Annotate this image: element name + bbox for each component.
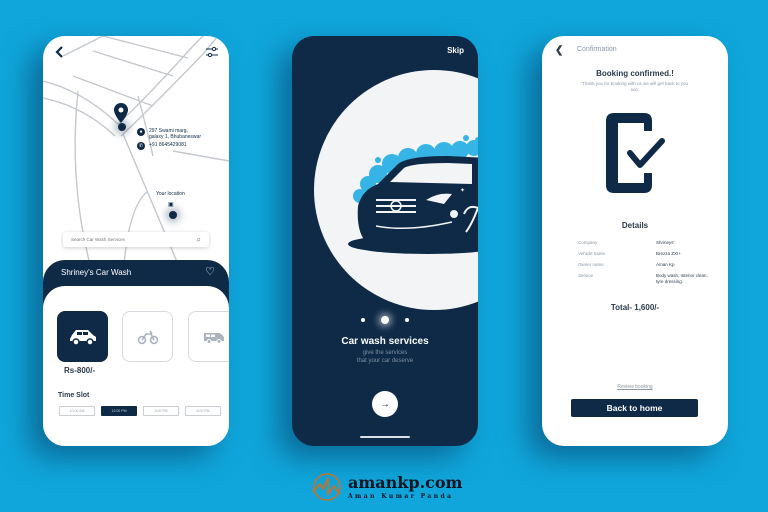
skip-button[interactable]: Skip: [447, 46, 464, 55]
page-dot[interactable]: [405, 318, 409, 322]
home-indicator: [360, 436, 410, 438]
vehicle-option-bike[interactable]: [122, 311, 173, 362]
detail-value: Shrineys': [656, 240, 675, 245]
user-location-dot: [169, 211, 177, 219]
brand-author: Aman Kumar Panda: [348, 492, 454, 500]
back-to-home-button[interactable]: Back to home: [571, 399, 698, 417]
vehicle-option-van[interactable]: [188, 311, 229, 362]
price-label: Rs-800/-: [64, 366, 96, 375]
detail-row: Service Body wash, Interior clean, tyre …: [578, 273, 708, 285]
details-title: Details: [621, 221, 649, 230]
arrow-right-icon: →: [380, 398, 390, 410]
total-amount: Total- 1,600/-: [610, 303, 660, 312]
header-title: Confirmation: [577, 46, 617, 53]
confirmation-subtext: Thank you for booking with us we will ge…: [581, 81, 689, 92]
onboarding-subtitle: give the services that your car deserve: [292, 349, 478, 365]
back-button[interactable]: [53, 45, 67, 59]
subtitle-line2: that your car deserve: [356, 358, 414, 364]
phone-icon: ✆: [137, 142, 145, 150]
detail-key: Company: [578, 240, 598, 245]
detail-value: Brezza ZXI+: [656, 251, 681, 256]
detail-row: Owner name Aman Kp: [578, 262, 708, 268]
time-slot-selected[interactable]: 12:00 PM: [101, 406, 137, 416]
shop-location-dot: [118, 123, 126, 131]
detail-row: Vehicle name Brezza ZXI+: [578, 251, 708, 257]
vehicle-option-car[interactable]: [57, 311, 108, 362]
page-dot-active[interactable]: [381, 316, 389, 324]
van-icon: [203, 332, 224, 344]
filter-icon[interactable]: [205, 45, 219, 59]
svg-text:✦: ✦: [460, 187, 465, 194]
search-bar[interactable]: ⌕: [63, 232, 209, 247]
detail-value: Body wash, Interior clean, tyre dressing…: [656, 273, 708, 284]
user-car-icon: ▣: [168, 202, 174, 208]
address-row: ● 297 Swami marg, galaxy 1, Bhubaneswar: [137, 128, 201, 140]
confirmation-heading: Booking confirmed.!: [596, 69, 674, 78]
detail-key: Vehicle name: [578, 251, 606, 256]
chevron-left-icon: ❮: [555, 45, 564, 56]
car-wash-illustration: ✦: [348, 135, 478, 254]
review-booking-link[interactable]: Review booking: [542, 384, 728, 390]
onboarding-title: Car wash services: [341, 336, 429, 347]
phone-row: ✆ +91 8645429081: [137, 142, 187, 150]
next-button[interactable]: →: [372, 391, 398, 417]
time-slot[interactable]: 10:00 AM: [59, 406, 95, 416]
detail-key: Service: [578, 273, 594, 278]
detail-value: Aman Kp: [656, 262, 675, 267]
shop-name: Shriney's Car Wash: [61, 268, 132, 277]
map-booking-screen: ● 297 Swami marg, galaxy 1, Bhubaneswar ✆…: [43, 36, 229, 446]
brand-logo-icon: [312, 473, 341, 501]
your-location-label: Your location: [156, 191, 185, 197]
confirmation-screen: ❮ Confirmation Booking confirmed.! Thank…: [542, 36, 728, 446]
location-icon: ●: [137, 128, 145, 136]
time-slot-title: Time Slot: [58, 392, 90, 399]
detail-row: Company Shrineys': [578, 240, 708, 246]
page-dot[interactable]: [361, 318, 365, 322]
brand-site: amankp.com: [348, 472, 463, 492]
subtitle-line1: give the services: [362, 350, 408, 356]
car-icon: [69, 329, 96, 346]
phone-number[interactable]: +91 8645429081: [149, 142, 187, 148]
search-input[interactable]: [71, 237, 197, 242]
time-slot[interactable]: 3:00 PM: [143, 406, 179, 416]
map-pin-icon[interactable]: [114, 103, 128, 123]
back-button[interactable]: ❮: [555, 45, 563, 56]
search-icon[interactable]: ⌕: [197, 235, 201, 245]
onboarding-screen: Skip ✦ Car wash services give the servic…: [292, 36, 478, 446]
motorbike-icon: [137, 330, 158, 344]
time-slot-list: 10:00 AM 12:00 PM 3:00 PM 6:00 PM: [59, 406, 221, 416]
phone-check-icon: [606, 113, 665, 193]
time-slot[interactable]: 6:00 PM: [185, 406, 221, 416]
address-line2: galaxy 1, Bhubaneswar: [149, 134, 201, 140]
brand-watermark: amankp.com Aman Kumar Panda: [310, 472, 462, 502]
pagination-dots: [292, 316, 478, 324]
heart-icon[interactable]: ♡: [205, 265, 215, 278]
detail-key: Owner name: [578, 262, 604, 267]
